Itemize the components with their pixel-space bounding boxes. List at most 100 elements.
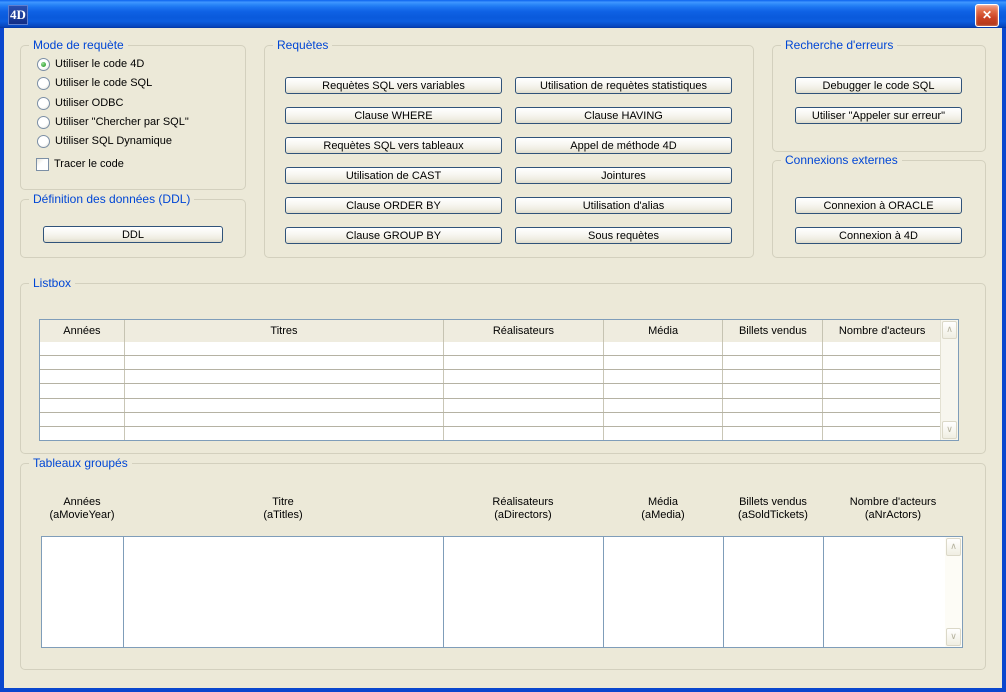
button-utilisation-d-alias[interactable]: Utilisation d'alias	[515, 197, 732, 214]
listbox-cell	[40, 342, 125, 355]
group-listbox: Listbox Années Titres Réalisateurs Média…	[20, 283, 986, 454]
chevron-down-button[interactable]: ∨	[946, 628, 961, 646]
radio-chercher-par-sql[interactable]: Utiliser "Chercher par SQL"	[37, 115, 189, 129]
radio-label: Utiliser le code 4D	[55, 58, 144, 70]
array-column-realisateurs[interactable]	[444, 537, 604, 647]
listbox-row[interactable]	[40, 384, 941, 398]
close-icon: ✕	[982, 8, 992, 22]
array-label-media: Média (aMedia)	[603, 496, 723, 522]
array-column-nombre-acteurs[interactable]	[824, 537, 962, 647]
listbox-row[interactable]	[40, 342, 941, 356]
listbox-cell	[444, 342, 604, 355]
button-appeler-sur-erreur[interactable]: Utiliser "Appeler sur erreur"	[795, 107, 962, 124]
group-tableaux-groupes: Tableaux groupés Années (aMovieYear) Tit…	[20, 463, 986, 670]
listbox-body	[40, 342, 941, 440]
radio-icon	[37, 97, 50, 110]
button-appel-de-methode-4d[interactable]: Appel de méthode 4D	[515, 137, 732, 154]
button-clause-order-by[interactable]: Clause ORDER BY	[285, 197, 502, 214]
app-icon-4d[interactable]: 4D	[8, 5, 28, 25]
listbox-cell	[125, 399, 444, 412]
array-column-media[interactable]	[604, 537, 724, 647]
button-requetes-statistiques[interactable]: Utilisation de requètes statistiques	[515, 77, 732, 94]
window-content: Mode de requète Utiliser le code 4D Util…	[4, 28, 1002, 688]
listbox-row[interactable]	[40, 427, 941, 440]
array-var-name: (aDirectors)	[494, 509, 551, 522]
radio-utiliser-code-sql[interactable]: Utiliser le code SQL	[37, 76, 152, 90]
listbox-cell	[723, 356, 823, 369]
button-jointures[interactable]: Jointures	[515, 167, 732, 184]
chevron-up-button[interactable]: ∧	[946, 538, 961, 556]
radio-label: Utiliser le code SQL	[55, 77, 152, 89]
array-label: Billets vendus	[739, 496, 807, 509]
chevron-down-icon: ∨	[950, 631, 957, 641]
listbox-column-header-realisateurs[interactable]: Réalisateurs	[444, 320, 604, 342]
listbox-header-row: Années Titres Réalisateurs Média Billets…	[40, 320, 941, 343]
listbox-cell	[604, 427, 724, 440]
array-var-name: (aMedia)	[641, 509, 684, 522]
group-title-ddl: Définition des données (DDL)	[29, 192, 194, 206]
listbox-cell	[604, 384, 724, 397]
button-requetes-sql-vers-variables[interactable]: Requètes SQL vers variables	[285, 77, 502, 94]
listbox-vertical-scrollbar[interactable]: ∧ ∨	[940, 320, 958, 440]
button-clause-where[interactable]: Clause WHERE	[285, 107, 502, 124]
array-column-annees[interactable]	[42, 537, 124, 647]
grouped-arrays-area: ∧ ∨	[41, 536, 963, 648]
radio-sql-dynamique[interactable]: Utiliser SQL Dynamique	[37, 134, 172, 148]
radio-label: Utiliser SQL Dynamique	[55, 135, 172, 147]
ddl-button[interactable]: DDL	[43, 226, 223, 243]
listbox-row[interactable]	[40, 399, 941, 413]
listbox-column-header-billets-vendus[interactable]: Billets vendus	[723, 320, 823, 342]
grouped-arrays-vertical-scrollbar[interactable]: ∧ ∨	[945, 537, 962, 647]
listbox-column-header-media[interactable]: Média	[604, 320, 724, 342]
listbox-row[interactable]	[40, 413, 941, 427]
radio-label: Utiliser ODBC	[55, 97, 123, 109]
radio-utiliser-code-4d[interactable]: Utiliser le code 4D	[37, 57, 144, 71]
listbox-cell	[125, 356, 444, 369]
listbox-table[interactable]: Années Titres Réalisateurs Média Billets…	[39, 319, 959, 441]
button-requetes-sql-vers-tableaux[interactable]: Requètes SQL vers tableaux	[285, 137, 502, 154]
radio-icon	[37, 77, 50, 90]
listbox-cell	[125, 342, 444, 355]
group-ddl: Définition des données (DDL) DDL	[20, 199, 246, 258]
radio-utiliser-odbc[interactable]: Utiliser ODBC	[37, 96, 123, 110]
button-utilisation-de-cast[interactable]: Utilisation de CAST	[285, 167, 502, 184]
scroll-up-button[interactable]: ∧	[942, 321, 957, 339]
array-label-nombre-acteurs: Nombre d'acteurs (aNrActors)	[823, 496, 963, 522]
title-bar[interactable]: 4D ✕	[0, 0, 1006, 28]
listbox-column-header-annees[interactable]: Années	[40, 320, 125, 342]
checkbox-tracer-le-code[interactable]: Tracer le code	[36, 157, 124, 171]
listbox-column-header-titres[interactable]: Titres	[125, 320, 444, 342]
listbox-row[interactable]	[40, 356, 941, 370]
button-connexion-oracle[interactable]: Connexion à ORACLE	[795, 197, 962, 214]
chevron-up-icon: ∧	[946, 324, 953, 334]
listbox-cell	[40, 399, 125, 412]
array-column-billets-vendus[interactable]	[724, 537, 824, 647]
listbox-cell	[125, 384, 444, 397]
close-button[interactable]: ✕	[975, 4, 999, 27]
array-label-annees: Années (aMovieYear)	[41, 496, 123, 522]
array-label-billets-vendus: Billets vendus (aSoldTickets)	[723, 496, 823, 522]
checkbox-icon	[36, 158, 49, 171]
scroll-down-button[interactable]: ∨	[942, 421, 957, 439]
array-column-titre[interactable]	[124, 537, 444, 647]
listbox-cell	[125, 427, 444, 440]
listbox-cell	[823, 342, 941, 355]
button-clause-group-by[interactable]: Clause GROUP BY	[285, 227, 502, 244]
listbox-cell	[40, 427, 125, 440]
listbox-cell	[40, 370, 125, 383]
button-clause-having[interactable]: Clause HAVING	[515, 107, 732, 124]
array-label-realisateurs: Réalisateurs (aDirectors)	[443, 496, 603, 522]
listbox-cell	[125, 413, 444, 426]
listbox-row[interactable]	[40, 370, 941, 384]
array-label: Nombre d'acteurs	[850, 496, 936, 509]
button-sous-requetes[interactable]: Sous requètes	[515, 227, 732, 244]
array-label: Titre	[272, 496, 294, 509]
button-debugger-le-code-sql[interactable]: Debugger le code SQL	[795, 77, 962, 94]
button-connexion-4d[interactable]: Connexion à 4D	[795, 227, 962, 244]
radio-selected-icon	[37, 58, 50, 71]
listbox-cell	[723, 399, 823, 412]
array-label: Média	[648, 496, 678, 509]
checkbox-label: Tracer le code	[54, 158, 124, 170]
listbox-cell	[723, 427, 823, 440]
listbox-column-header-nombre-acteurs[interactable]: Nombre d'acteurs	[823, 320, 941, 342]
